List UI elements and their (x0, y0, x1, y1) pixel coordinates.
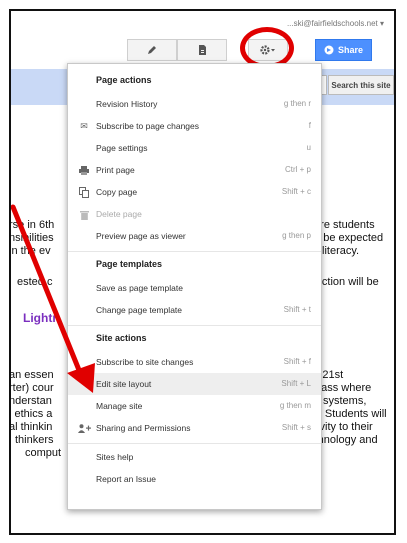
menu-item-save-template[interactable]: Save as page template (68, 277, 321, 299)
account-email[interactable]: ...ski@fairfieldschools.net ▾ (287, 19, 384, 28)
menu-item-edit-site-layout[interactable]: Edit site layout Shift + L (68, 373, 321, 395)
menu-item-shortcut: u (306, 143, 311, 152)
menu-item-label: Change page template (96, 305, 183, 315)
menu-section-site-actions: Site actions Subscribe to site changes S… (68, 326, 321, 444)
body-text-line: comput (25, 447, 62, 459)
menu-item-shortcut: g then r (283, 99, 311, 108)
body-text-line: nsibilities (9, 232, 54, 244)
menu-item-label: Manage site (96, 401, 143, 411)
body-text-line: ty. Students will (311, 408, 387, 420)
menu-header: Page templates (96, 259, 163, 269)
menu-item-sites-help[interactable]: Sites help (68, 446, 321, 468)
menu-section-page-actions: Page actions Revision History g then r ✉… (68, 68, 321, 252)
printer-icon (77, 159, 91, 181)
body-text-line: thinkers (15, 434, 54, 446)
menu-item-shortcut: Shift + c (281, 187, 311, 196)
menu-item-label: Delete page (96, 209, 142, 219)
menu-item-label: Subscribe to page changes (96, 121, 200, 131)
section-heading: Lightn (23, 311, 60, 325)
body-text-line: ested c (17, 276, 53, 288)
menu-item-shortcut: Shift + s (281, 423, 311, 432)
menu-item-shortcut: g then m (279, 401, 311, 410)
body-text-line: rse in 6th (9, 219, 55, 231)
menu-item-label: Page settings (96, 143, 148, 153)
menu-item-report-issue[interactable]: Report an Issue (68, 468, 321, 490)
menu-item-page-settings[interactable]: Page settings u (68, 137, 321, 159)
body-text-line: systems, (323, 395, 367, 407)
pencil-icon (148, 46, 156, 54)
add-person-icon (77, 417, 91, 439)
menu-item-label: Subscribe to site changes (96, 357, 194, 367)
new-page-button[interactable] (177, 39, 227, 61)
menu-item-label: Revision History (96, 99, 158, 109)
menu-item-delete-page[interactable]: Delete page (68, 203, 321, 225)
menu-item-copy-page[interactable]: Copy page Shift + c (68, 181, 321, 203)
menu-item-preview-as-viewer[interactable]: Preview page as viewer g then p (68, 225, 321, 247)
trash-icon (77, 203, 91, 225)
menu-item-shortcut: Shift + L (281, 379, 311, 388)
share-button[interactable]: Share (315, 39, 372, 61)
share-icon (324, 45, 334, 55)
menu-item-label: Print page (96, 165, 135, 175)
menu-item-subscribe-site[interactable]: Subscribe to site changes Shift + f (68, 351, 321, 373)
copy-icon (77, 181, 91, 203)
edit-page-button[interactable] (127, 39, 177, 61)
menu-item-label: Copy page (96, 187, 138, 197)
more-actions-menu: Page actions Revision History g then r ✉… (67, 63, 322, 510)
menu-item-label: Preview page as viewer (96, 231, 186, 241)
body-text-line: in the ev (9, 245, 51, 257)
menu-item-label: Sites help (96, 452, 134, 462)
body-text-line: l ethics a (9, 408, 53, 420)
menu-item-shortcut: Ctrl + p (284, 165, 311, 174)
body-text-line: an essen (9, 369, 54, 381)
menu-item-label: Sharing and Permissions (96, 423, 191, 433)
body-text-line: al thinkin (9, 421, 53, 433)
menu-item-shortcut: Shift + t (283, 305, 311, 314)
menu-item-manage-site[interactable]: Manage site g then m (68, 395, 321, 417)
menu-item-subscribe-page[interactable]: ✉ Subscribe to page changes f (68, 115, 321, 137)
menu-item-print-page[interactable]: Print page Ctrl + p (68, 159, 321, 181)
menu-header: Page actions (96, 75, 152, 85)
menu-section-page-templates: Page templates Save as page template Cha… (68, 252, 321, 326)
menu-item-sharing-permissions[interactable]: Sharing and Permissions Shift + s (68, 417, 321, 439)
menu-header: Site actions (96, 333, 147, 343)
envelope-icon: ✉ (80, 121, 88, 131)
body-text-line: tivity to their (314, 421, 373, 433)
menu-item-change-template[interactable]: Change page template Shift + t (68, 299, 321, 321)
menu-section-help: Sites help Report an Issue (68, 444, 321, 494)
menu-item-shortcut: f (308, 121, 311, 130)
browser-frame: ...ski@fairfieldschools.net ▾ Share Sear… (9, 9, 396, 535)
menu-item-shortcut: g then p (282, 231, 311, 240)
menu-item-shortcut: Shift + f (283, 357, 311, 366)
new-page-icon (199, 45, 206, 55)
menu-item-label: Edit site layout (96, 379, 152, 389)
share-label: Share (337, 45, 363, 55)
body-text-line: nderstan (9, 395, 52, 407)
menu-item-label: Report an Issue (96, 474, 157, 484)
body-text-line: rter) cour (9, 382, 54, 394)
search-site-button[interactable]: Search this site (328, 75, 394, 95)
menu-item-revision-history[interactable]: Revision History g then r (68, 93, 321, 115)
menu-item-label: Save as page template (96, 283, 183, 293)
